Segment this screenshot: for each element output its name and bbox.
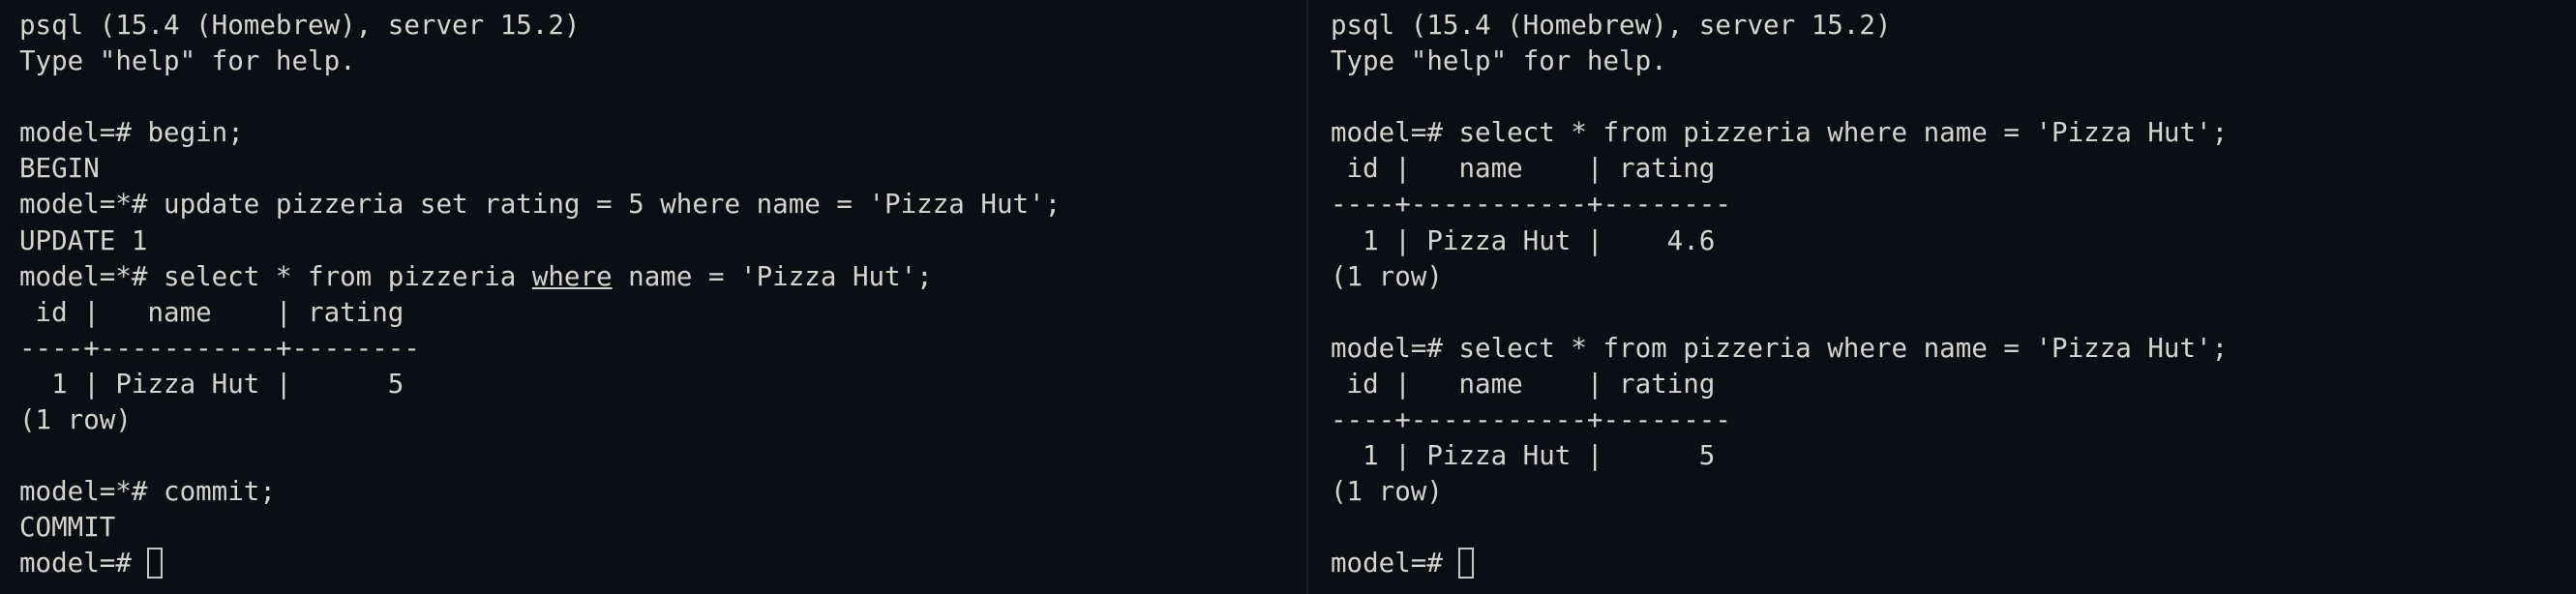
- table-separator: ----+-----------+--------: [1331, 404, 1731, 436]
- terminal-line: model=# begin;: [19, 117, 244, 149]
- left-terminal-pane[interactable]: psql (15.4 (Homebrew), server 15.2) Type…: [0, 0, 1306, 594]
- table-row: 1 | Pizza Hut | 5: [1331, 440, 1716, 472]
- terminal-line: model=*# update pizzeria set rating = 5 …: [19, 189, 1062, 221]
- terminal-line: psql (15.4 (Homebrew), server 15.2): [19, 10, 581, 41]
- table-row: 1 | Pizza Hut | 5: [19, 368, 404, 400]
- prompt: model=#: [19, 548, 148, 579]
- terminal-line: COMMIT: [19, 512, 116, 544]
- terminal-line: BEGIN: [19, 153, 100, 185]
- cursor-icon: [1458, 548, 1475, 579]
- terminal-split-view: psql (15.4 (Homebrew), server 15.2) Type…: [0, 0, 2576, 594]
- prompt-line[interactable]: model=#: [1331, 546, 2576, 581]
- table-header: id | name | rating: [1331, 153, 1716, 185]
- prompt: model=#: [1331, 548, 1459, 579]
- select-command-line: model=*# select * from pizzeria where na…: [19, 259, 1306, 295]
- terminal-line: model=# select * from pizzeria where nam…: [1331, 117, 2229, 149]
- terminal-line: psql (15.4 (Homebrew), server 15.2): [1331, 10, 1892, 41]
- table-separator: ----+-----------+--------: [19, 332, 420, 364]
- terminal-output: psql (15.4 (Homebrew), server 15.2) Type…: [19, 8, 1306, 582]
- select-after: name = 'Pizza Hut';: [612, 260, 933, 292]
- terminal-line: Type "help" for help.: [1331, 45, 1667, 77]
- terminal-line: model=*# commit;: [19, 476, 276, 508]
- terminal-output: psql (15.4 (Homebrew), server 15.2) Type…: [1331, 8, 2576, 582]
- row-count: (1 row): [19, 404, 132, 436]
- table-header: id | name | rating: [19, 296, 404, 328]
- terminal-line: UPDATE 1: [19, 224, 148, 256]
- right-terminal-pane[interactable]: psql (15.4 (Homebrew), server 15.2) Type…: [1306, 0, 2576, 594]
- table-row: 1 | Pizza Hut | 4.6: [1331, 224, 1716, 256]
- prompt-line[interactable]: model=#: [19, 546, 1306, 581]
- select-before: model=*# select * from pizzeria: [19, 260, 532, 292]
- row-count: (1 row): [1331, 260, 1443, 292]
- terminal-line: Type "help" for help.: [19, 45, 356, 77]
- terminal-line: model=# select * from pizzeria where nam…: [1331, 332, 2229, 364]
- row-count: (1 row): [1331, 476, 1443, 508]
- cursor-icon: [147, 548, 164, 579]
- table-header: id | name | rating: [1331, 368, 1716, 400]
- underlined-where: where: [531, 260, 613, 292]
- table-separator: ----+-----------+--------: [1331, 189, 1731, 221]
